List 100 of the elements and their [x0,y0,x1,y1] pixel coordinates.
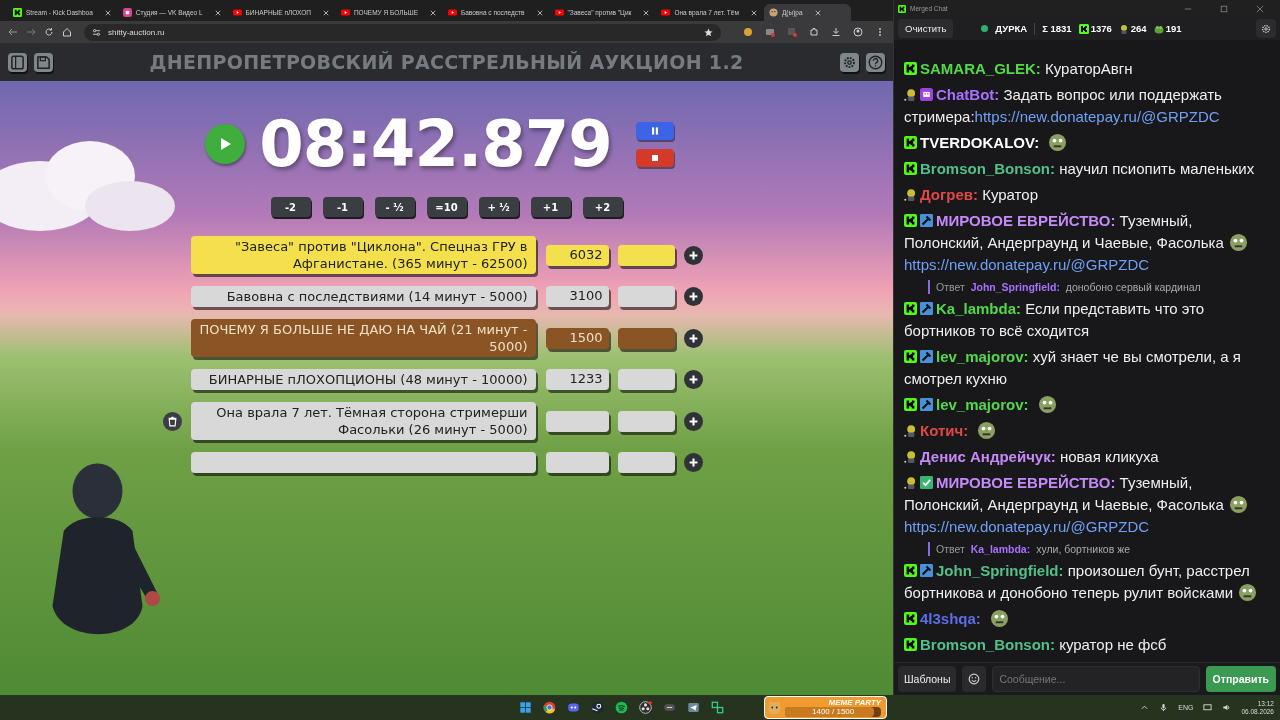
reload-icon[interactable] [44,27,54,37]
add-button[interactable] [683,411,703,431]
clear-button[interactable]: Очистить [898,19,954,38]
extension-icon[interactable] [787,27,797,37]
home-icon[interactable] [62,27,72,37]
delete-button[interactable] [162,411,182,431]
add-amount-field[interactable] [617,244,675,266]
hammer-badge-icon [920,350,933,363]
amount-field[interactable]: 1233 [545,369,609,390]
time-adjust-button[interactable]: +1 [530,197,571,217]
play-button[interactable] [205,124,246,164]
time-adjust-button[interactable]: -1 [322,197,363,217]
lot-name-field[interactable]: Она врала 7 лет. Тёмная сторона стримерши Фасольки (26 минут - 5000) [190,402,536,440]
spotify-icon[interactable] [615,701,629,714]
send-button[interactable]: Отправить [1205,666,1276,692]
telegram-icon[interactable] [687,701,701,714]
profile-icon[interactable] [853,27,863,37]
time-adjust-button[interactable]: - ½ [374,197,415,217]
close-icon[interactable] [430,9,436,16]
lot-name-field[interactable]: Бавовна с последствиями (14 минут - 5000) [190,286,536,307]
viewer-count: Σ 1831 [1042,23,1072,34]
microphone-icon[interactable] [1159,703,1169,712]
speaker-icon[interactable] [1222,703,1232,712]
close-icon[interactable] [322,9,329,16]
amount-field[interactable]: 3100 [545,286,609,307]
chat-message: Котич: [904,420,1272,442]
steam-icon[interactable] [591,701,605,714]
donation-link[interactable]: https://new.donatepay.ru/@GRPZDC [904,518,1150,535]
save-button[interactable] [34,52,53,72]
obs-icon[interactable] [639,701,653,714]
add-button[interactable] [683,245,703,265]
close-icon[interactable] [536,9,543,16]
amount-field[interactable] [545,452,609,473]
status-dot-icon [981,25,989,32]
pause-button[interactable] [635,121,674,140]
discord-icon[interactable] [567,701,581,714]
amount-field[interactable] [545,410,609,432]
time-adjust-button[interactable]: +2 [582,197,623,217]
monitor-icon[interactable] [1203,703,1213,712]
amount-field[interactable]: 1500 [545,327,609,349]
close-icon[interactable] [1256,4,1264,13]
puzzle-icon[interactable] [809,27,819,37]
close-icon[interactable] [750,9,757,16]
lot-name-field[interactable]: БИНАРНЫЕ пЛОХОПЦИОНЫ (48 минут - 10000) [190,369,536,390]
youtube-icon [340,8,350,17]
lot-name-field[interactable] [190,452,536,473]
emoji-button[interactable] [962,666,987,692]
add-button[interactable] [683,328,703,348]
chat-message: 4l3shqa: [904,608,1272,630]
add-amount-field[interactable] [617,327,675,349]
add-amount-field[interactable] [617,452,675,473]
trash-icon [166,415,178,427]
youtube-icon [661,8,671,17]
add-button[interactable] [683,287,703,306]
time-adjust-button[interactable]: -2 [270,197,311,217]
chevron-up-icon[interactable] [1140,703,1150,712]
stop-button[interactable] [635,148,674,167]
donation-link[interactable]: https://new.donatepay.ru/@GRPZDC [974,108,1220,125]
kick-logo-icon [904,398,917,411]
forward-arrow-icon[interactable] [26,27,36,37]
viewer-count: 264 [1130,23,1147,34]
extension-icon[interactable] [743,27,753,37]
lot-name-field[interactable]: ПОЧЕМУ Я БОЛЬШЕ НЕ ДАЮ НА ЧАЙ (21 минут - 5000) [190,319,536,357]
close-icon[interactable] [104,9,111,16]
donation-link[interactable]: https://new.donatepay.ru/@GRPZDC [904,256,1150,273]
star-icon[interactable] [704,27,713,37]
windows-logo-icon[interactable] [519,701,533,714]
app-icon[interactable] [711,701,725,714]
templates-button[interactable]: Шаблоны [898,666,957,692]
add-amount-field[interactable] [617,410,675,432]
maximize-icon[interactable] [1220,4,1228,13]
address-bar[interactable]: shitty-auction.ru [84,23,721,41]
lot-name-field[interactable]: "Завеса" против "Циклона". Спецназ ГРУ в Афганистане. (365 минут - 62500) [190,236,536,274]
sidebar-button[interactable] [8,52,27,72]
widget-title: MEME PARTY [828,698,882,707]
chrome-icon[interactable] [543,701,557,714]
settings-button[interactable] [1256,19,1276,38]
site-settings-icon[interactable] [92,27,101,37]
add-amount-field[interactable] [617,286,675,307]
time-adjust-button[interactable]: =10 [426,197,467,217]
close-icon[interactable] [814,9,821,16]
add-amount-field[interactable] [617,369,675,390]
chat-message: lev_majorov: [904,394,1272,416]
settings-button[interactable] [840,52,859,72]
add-button[interactable] [683,370,703,389]
chat-message: Денис Андрейчук: новая кликуха [904,446,1272,468]
time-adjust-button[interactable]: + ½ [478,197,519,217]
add-button[interactable] [683,453,703,472]
help-button[interactable] [866,52,885,72]
app-icon[interactable] [663,701,677,714]
close-icon[interactable] [643,9,650,16]
back-arrow-icon[interactable] [8,27,18,37]
amount-field[interactable]: 6032 [545,244,609,266]
chat-message: Догрев: Куратор [904,184,1272,206]
frog-icon [1153,23,1164,34]
download-icon[interactable] [831,27,841,37]
robot-badge-icon [920,88,933,101]
message-input[interactable]: Сообщение... [992,666,1200,692]
extension-icon[interactable] [765,27,775,37]
close-icon[interactable] [214,9,221,16]
